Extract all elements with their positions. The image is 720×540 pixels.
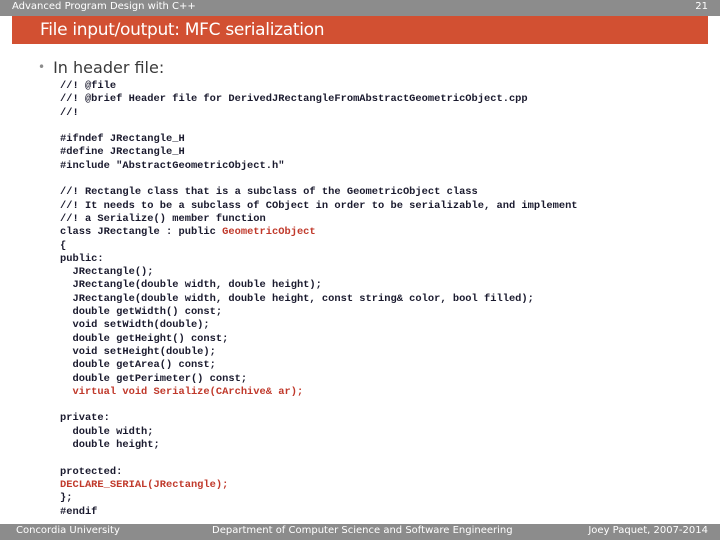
code-token: double getArea() const; [60,359,216,372]
code-token: JRectangle(); [60,266,154,279]
code-token: virtual void Serialize(CArchive& ar); [60,385,304,398]
code-line: JRectangle(); [60,266,700,279]
page-number: 21 [695,1,708,12]
code-token: protected: [60,465,123,478]
code-token: DECLARE_SERIAL(JRectangle); [60,478,229,491]
code-line: { [60,240,700,253]
code-line: JRectangle(double width, double height); [60,279,700,292]
code-token: //! [60,106,79,119]
code-token: double width; [60,425,154,438]
code-token: void setWidth(double); [60,319,210,332]
code-token: class JRectangle : public [60,226,223,239]
code-line: #define JRectangle_H [60,146,700,159]
code-token: //! It needs to be a subclass of CObject… [60,199,578,212]
code-line: }; [60,492,700,505]
code-line: JRectangle(double width, double height, … [60,293,700,306]
code-token: #endif [60,505,98,518]
footer-author: Joey Paquet, 2007-2014 [588,525,708,536]
code-line: DECLARE_SERIAL(JRectangle); [60,479,700,492]
code-token: { [60,239,67,252]
footer-bar: Concordia University Department of Compu… [0,524,720,540]
code-token: }; [60,492,73,505]
code-line: #include "AbstractGeometricObject.h" [60,160,700,173]
bullet-text: In header file: [53,58,165,77]
code-token: void setHeight(double); [60,345,216,358]
code-block: //! @file//! @brief Header file for Deri… [60,80,700,519]
footer-university: Concordia University [16,525,120,536]
code-token: GeometricObject [222,226,316,239]
code-line: //! a Serialize() member function [60,213,700,226]
code-token: #include "AbstractGeometricObject.h" [60,159,285,172]
code-token: public: [60,252,104,265]
code-line: class JRectangle : public GeometricObjec… [60,226,700,239]
code-token: double height; [60,439,160,452]
bullet-item: • In header file: [38,58,164,77]
code-token: #ifndef JRectangle_H [60,133,185,146]
code-line: double getWidth() const; [60,306,700,319]
code-token: double getHeight() const; [60,332,229,345]
code-line: double getPerimeter() const; [60,373,700,386]
top-header-bar: Advanced Program Design with C++ 21 [0,0,720,16]
code-token: //! a Serialize() member function [60,212,266,225]
code-line: //! @file [60,80,700,93]
code-line: void setHeight(double); [60,346,700,359]
code-token: JRectangle(double width, double height, … [60,292,534,305]
slide-title-bar: File input/output: MFC serialization [12,16,708,44]
code-line: #endif [60,506,700,519]
code-line: double height; [60,439,700,452]
code-line: void setWidth(double); [60,319,700,332]
code-line: //! Rectangle class that is a subclass o… [60,186,700,199]
bullet-icon: • [38,60,46,74]
code-token: JRectangle(double width, double height); [60,279,322,292]
code-line: //! [60,107,700,120]
footer-department: Department of Computer Science and Softw… [212,525,513,536]
code-line: public: [60,253,700,266]
slide-content: • In header file: //! @file//! @brief Hea… [12,44,708,522]
code-line: virtual void Serialize(CArchive& ar); [60,386,700,399]
code-token: double getWidth() const; [60,306,223,319]
slide-title: File input/output: MFC serialization [40,20,325,40]
code-token: double getPerimeter() const; [60,372,248,385]
code-line: double width; [60,426,700,439]
course-title: Advanced Program Design with C++ [12,1,196,12]
code-line: double getHeight() const; [60,333,700,346]
code-token: #define JRectangle_H [60,146,185,159]
code-line: protected: [60,466,700,479]
code-line: double getArea() const; [60,359,700,372]
code-line: //! It needs to be a subclass of CObject… [60,200,700,213]
code-token: //! @file [60,80,117,92]
code-line: private: [60,412,700,425]
code-token: //! @brief Header file for DerivedJRecta… [60,93,528,106]
code-token: //! Rectangle class that is a subclass o… [60,186,478,199]
code-line: #ifndef JRectangle_H [60,133,700,146]
code-token: private: [60,412,110,425]
code-line: //! @brief Header file for DerivedJRecta… [60,93,700,106]
